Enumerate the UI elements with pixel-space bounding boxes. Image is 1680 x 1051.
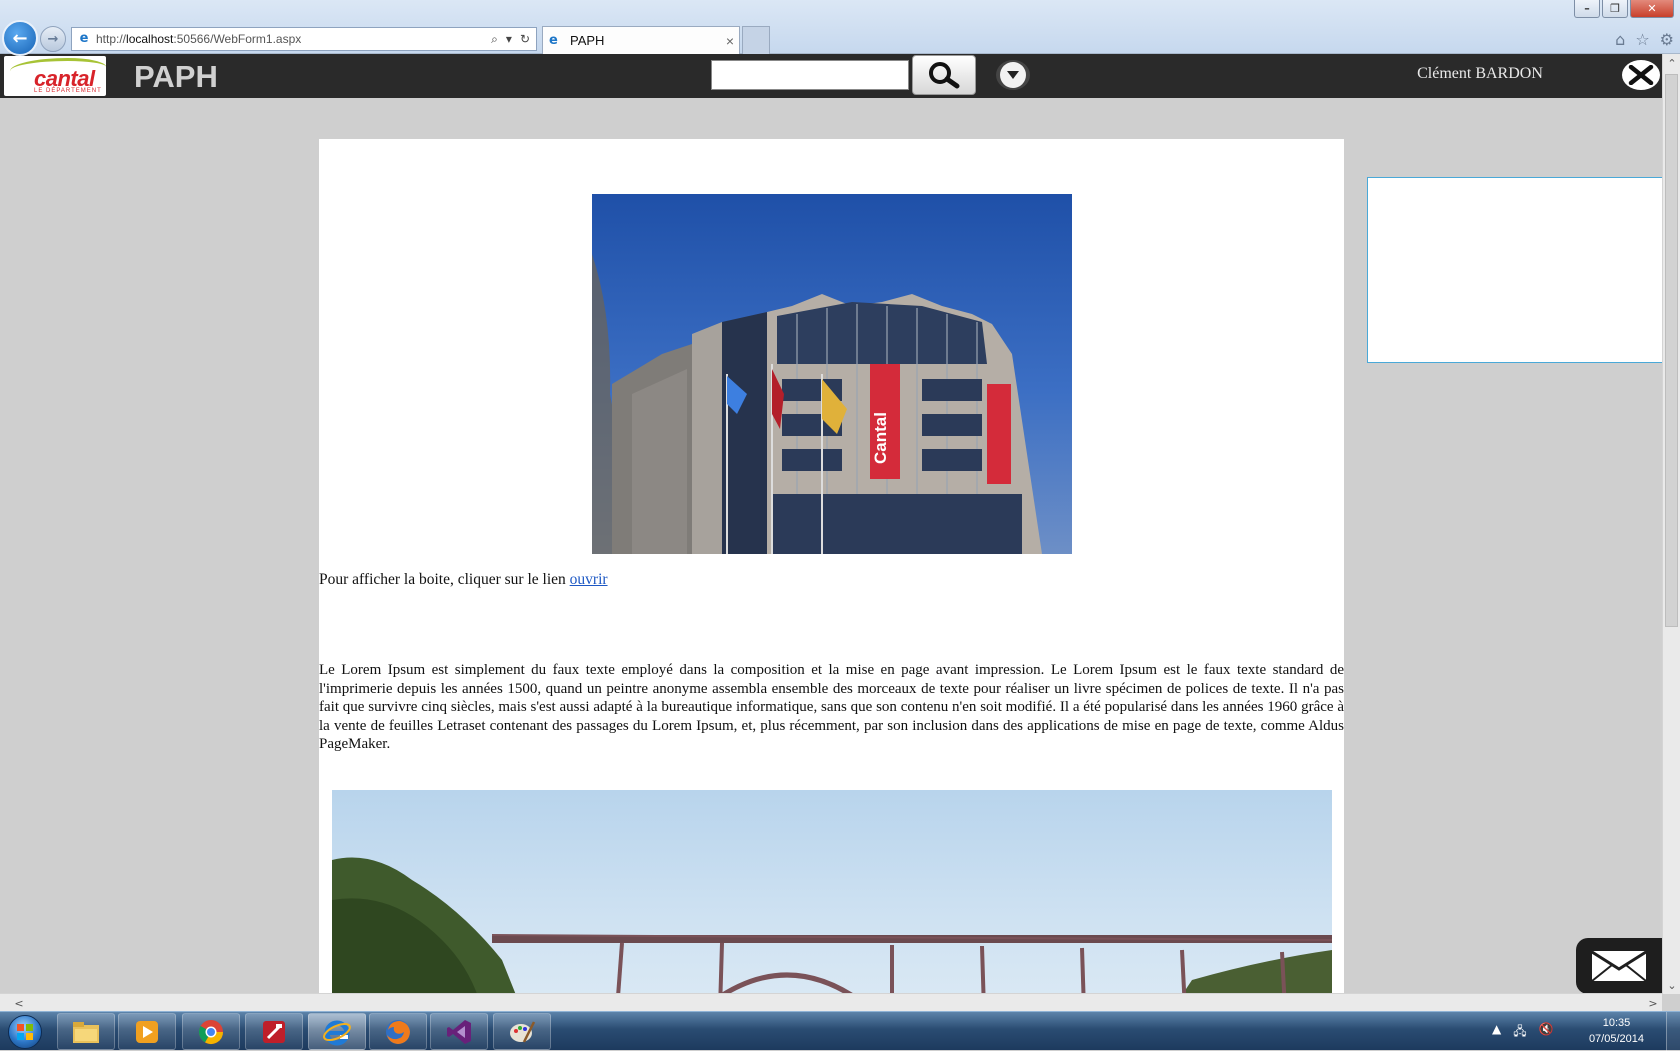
clock-time: 10:35 — [1602, 1017, 1631, 1029]
magnifier-icon — [929, 62, 960, 89]
content-panel: Cantal Pour afficher la boite, cliquer s… — [319, 139, 1344, 999]
volume-muted-icon[interactable]: 🔇 — [1539, 1022, 1554, 1043]
scroll-left-arrow-icon[interactable]: < — [10, 994, 28, 1012]
address-bar[interactable]: e http://localhost:50566/WebForm1.aspx ⌕… — [71, 27, 537, 51]
system-clock[interactable]: 10:35 07/05/2014 — [1589, 1015, 1644, 1047]
building-illustration: Cantal — [592, 254, 1042, 554]
banner-left-text: Cantal — [871, 412, 890, 464]
maximize-button[interactable]: ❐ — [1602, 0, 1628, 18]
viaduct-illustration — [332, 857, 1332, 999]
folder-icon — [73, 1021, 99, 1043]
ie-icon — [323, 1020, 351, 1045]
lorem-paragraph: Le Lorem Ipsum est simplement du faux te… — [319, 662, 1344, 753]
close-icon — [1628, 65, 1654, 85]
taskbar-filezilla[interactable] — [245, 1013, 303, 1050]
scroll-up-arrow-icon[interactable]: ⌃ — [1663, 54, 1680, 72]
ie-tab-icon: e — [549, 33, 558, 48]
new-tab-button[interactable] — [742, 26, 770, 54]
taskbar-firefox[interactable] — [369, 1013, 427, 1050]
scroll-right-arrow-icon[interactable]: > — [1644, 994, 1662, 1012]
browser-tools: ⌂ ☆ ⚙ — [1615, 30, 1674, 49]
paint-icon — [510, 1020, 536, 1043]
taskbar-paint[interactable] — [493, 1013, 551, 1050]
settings-gear-icon[interactable]: ⚙ — [1660, 30, 1674, 49]
cantal-logo[interactable]: cantal LE DÉPARTEMENT — [4, 56, 106, 96]
network-icon[interactable]: 🖧 — [1513, 1022, 1526, 1043]
user-name[interactable]: Clément BARDON — [1380, 65, 1580, 83]
intro-label: Pour afficher la boite, cliquer sur le l… — [319, 571, 570, 588]
viaduct-photo — [332, 790, 1332, 999]
ie-page-icon: e — [79, 31, 89, 46]
browser-chrome: – ❐ ✕ ← → e http://localhost:50566/WebFo… — [0, 0, 1680, 56]
back-arrow-icon: ← — [12, 27, 28, 49]
search-input[interactable] — [711, 60, 909, 90]
play-icon — [136, 1020, 158, 1043]
url-host: localhost — [126, 32, 174, 46]
chevron-down-icon[interactable]: ▾ — [506, 32, 512, 47]
minimize-button[interactable]: – — [1574, 0, 1600, 18]
url-path: :50566/WebForm1.aspx — [173, 32, 302, 46]
site-title: PAPH — [134, 59, 218, 94]
contact-mail-button[interactable] — [1576, 938, 1662, 994]
firefox-icon — [386, 1019, 410, 1044]
favorites-star-icon[interactable]: ☆ — [1635, 30, 1649, 49]
site-header: cantal LE DÉPARTEMENT PAPH Clément BARDO… — [0, 54, 1662, 98]
taskbar-explorer[interactable] — [57, 1013, 115, 1050]
tab-title: PAPH — [570, 33, 605, 48]
start-button[interactable] — [2, 1012, 48, 1051]
building-photo: Cantal — [592, 194, 1072, 554]
vertical-scroll-thumb[interactable] — [1665, 74, 1678, 627]
horizontal-scrollbar[interactable]: < > — [0, 993, 1662, 1011]
chrome-icon — [198, 1019, 223, 1044]
address-url[interactable]: http://localhost:50566/WebForm1.aspx — [96, 32, 491, 46]
back-button[interactable]: ← — [2, 20, 38, 56]
vs-icon — [447, 1019, 471, 1044]
search-icon[interactable]: ⌕ — [491, 32, 498, 47]
tab-close-icon[interactable]: × — [721, 33, 739, 49]
taskbar-chrome[interactable] — [182, 1013, 240, 1050]
open-dialog-link[interactable]: ouvrir — [570, 571, 608, 588]
intro-text: Pour afficher la boite, cliquer sur le l… — [319, 571, 608, 589]
tab-paph[interactable]: e PAPH × — [542, 26, 740, 54]
taskbar-media-player[interactable] — [118, 1013, 176, 1050]
menu-dropdown-button[interactable] — [996, 60, 1030, 90]
taskbar-visual-studio[interactable] — [430, 1013, 488, 1050]
mail-envelope-icon — [1591, 950, 1647, 982]
windows-logo-icon — [8, 1014, 42, 1049]
forward-arrow-icon: → — [47, 31, 59, 47]
vertical-scrollbar[interactable]: ⌃ ⌄ — [1662, 54, 1680, 994]
taskbar-internet-explorer[interactable] — [308, 1013, 366, 1050]
refresh-icon[interactable]: ↻ — [520, 32, 530, 47]
windows-taskbar: ▲ 🖧 🔇 10:35 07/05/2014 — [0, 1011, 1680, 1051]
scroll-down-arrow-icon[interactable]: ⌄ — [1663, 976, 1680, 994]
search-button[interactable] — [912, 55, 976, 95]
logout-button[interactable] — [1622, 60, 1660, 90]
show-hidden-icons-arrow-icon[interactable]: ▲ — [1492, 1022, 1501, 1043]
show-desktop-button[interactable] — [1666, 1012, 1680, 1051]
side-dialog-box — [1367, 177, 1663, 363]
system-tray: ▲ 🖧 🔇 10:35 07/05/2014 — [1480, 1012, 1680, 1051]
home-icon[interactable]: ⌂ — [1615, 30, 1625, 49]
chevron-down-icon — [1000, 62, 1026, 88]
filezilla-icon — [263, 1020, 285, 1043]
window-close-button[interactable]: ✕ — [1630, 0, 1674, 18]
logo-subtext: LE DÉPARTEMENT — [34, 88, 102, 94]
forward-button[interactable]: → — [40, 26, 66, 52]
window-controls: – ❐ ✕ — [1574, 0, 1674, 18]
clock-date: 07/05/2014 — [1588, 1033, 1644, 1045]
url-prefix: http:// — [96, 32, 127, 46]
